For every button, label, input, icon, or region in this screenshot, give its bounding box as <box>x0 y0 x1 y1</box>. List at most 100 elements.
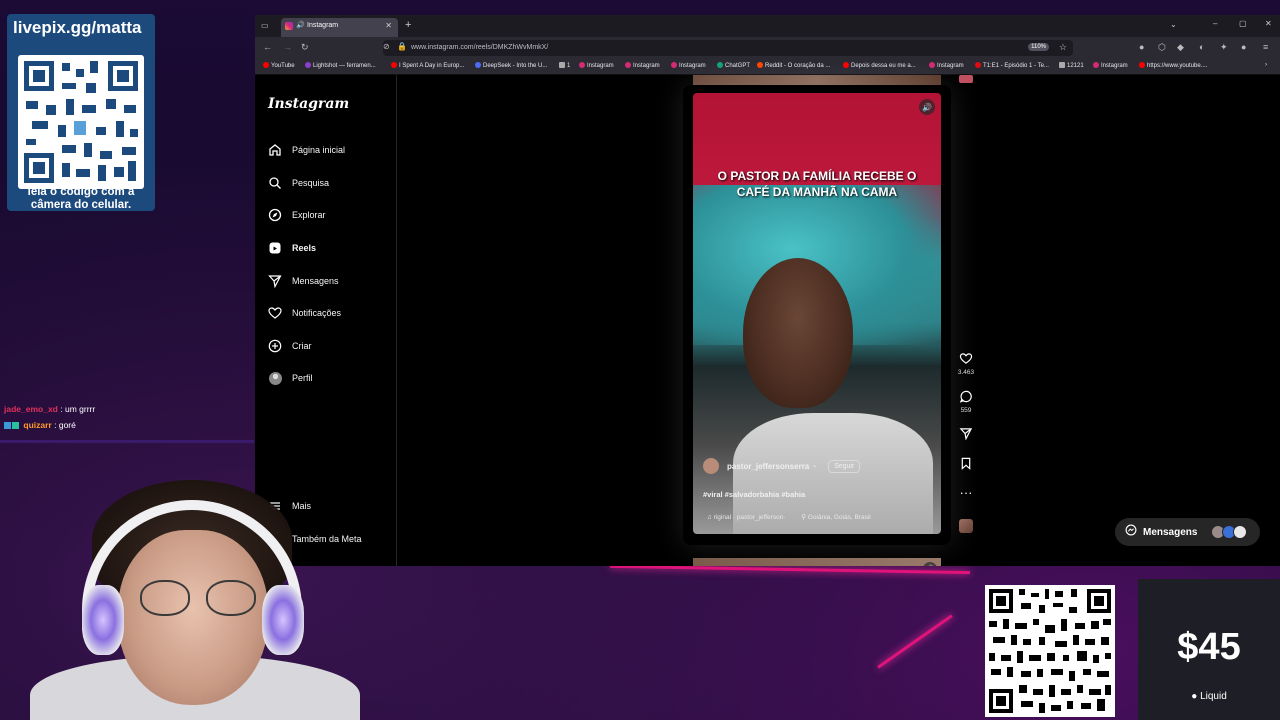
lightshot-icon <box>305 62 311 68</box>
like-action[interactable]: 3.463 <box>955 352 977 376</box>
bookmark-item[interactable]: Instagram <box>671 62 706 69</box>
previous-reel-preview[interactable] <box>693 75 941 85</box>
share-action[interactable] <box>955 427 977 443</box>
speaker-icon[interactable]: 🔊 <box>296 21 305 29</box>
reel-caption-line: CAFÉ DA MANHÃ NA CAMA <box>736 185 898 199</box>
folder-icon <box>559 62 565 68</box>
bookmark-item[interactable]: Instagram <box>579 62 614 69</box>
bookmarks-overflow-icon[interactable]: › <box>1265 62 1267 68</box>
chat-message: jade_emo_xd : um grrrr <box>4 404 95 414</box>
reel-audio[interactable]: ♫ riginal · pastor_jefferson· <box>707 514 785 521</box>
send-icon <box>955 427 977 443</box>
new-tab-icon[interactable]: + <box>405 19 411 31</box>
qr-caption-line: leia o código com a <box>27 186 135 198</box>
search-icon <box>268 176 282 190</box>
author-avatar[interactable] <box>703 458 719 474</box>
nav-label: Explorar <box>292 210 326 220</box>
instagram-logo[interactable]: Instagram <box>268 96 349 112</box>
nav-item-profile[interactable]: Perfil <box>268 368 313 388</box>
reels-icon <box>268 241 282 255</box>
chevron-down-icon[interactable]: ⌄ <box>1170 20 1177 29</box>
bookmark-item[interactable]: Lightshot — ferramen... <box>305 62 376 69</box>
extension-icon[interactable]: ◐ <box>1199 42 1204 52</box>
messages-pill[interactable]: Mensagens <box>1115 518 1260 546</box>
account-icon[interactable]: ● <box>1241 42 1246 52</box>
reel-location[interactable]: Goiânia, Goiás, Brasil <box>808 514 871 521</box>
bookmark-item[interactable]: Depois dessa eu me a... <box>843 62 916 69</box>
nav-label: Pesquisa <box>292 178 330 188</box>
nav-item-messages[interactable]: Mensagens <box>268 271 339 291</box>
bookmark-item[interactable]: https://www.youtube.... <box>1139 62 1207 69</box>
bookmark-item[interactable]: ChatGPT <box>717 62 750 69</box>
nav-item-search[interactable]: Pesquisa <box>268 173 329 193</box>
bookmark-label: Instagram <box>679 63 706 69</box>
menu-icon[interactable]: ≡ <box>1263 42 1268 52</box>
bookmark-item[interactable]: Instagram <box>929 62 964 69</box>
extension-icon[interactable]: ⬡ <box>1158 42 1166 53</box>
bookmark-label: ChatGPT <box>725 63 751 69</box>
bookmark-label: Instagram <box>937 63 964 69</box>
bookmark-item[interactable]: Instagram <box>625 62 660 69</box>
close-tab-icon[interactable]: ✕ <box>385 21 392 30</box>
save-action[interactable] <box>955 457 977 473</box>
tab-instagram[interactable]: 🔊 Instagram ✕ <box>281 18 398 37</box>
nav-item-explore[interactable]: Explorar <box>268 205 326 225</box>
bookmark-star-icon[interactable]: ☆ <box>1059 42 1067 53</box>
goal-amount-sub: ● Liquid <box>1138 691 1280 702</box>
browser-window: ▭ 🔊 Instagram ✕ + ⌄ – ▢ ✕ ← → ↻ ⊘ 🔒 www.… <box>255 15 1280 566</box>
bookmark-item[interactable]: DeepSeek - Into the U... <box>475 62 547 69</box>
zoom-level-badge[interactable]: 110% <box>1028 43 1049 51</box>
follow-button[interactable]: Seguir <box>828 459 861 473</box>
bookmark-item[interactable]: 1 <box>559 62 570 69</box>
youtube-icon <box>843 62 849 68</box>
extension-icon[interactable]: ✦ <box>1220 42 1228 53</box>
bookmark-item[interactable]: Reddit - O coração da ... <box>757 62 830 69</box>
extension-icon[interactable]: ◆ <box>1177 42 1184 53</box>
maximize-icon[interactable]: ▢ <box>1239 19 1247 28</box>
extension-icon[interactable]: ● <box>1139 42 1144 52</box>
comment-action[interactable]: 559 <box>955 390 977 414</box>
bookmark-label: Instagram <box>633 63 660 69</box>
bookmark-item[interactable]: YouTube <box>263 62 295 69</box>
messages-label: Mensagens <box>1143 526 1198 538</box>
tab-bar: ▭ 🔊 Instagram ✕ + ⌄ – ▢ ✕ <box>255 15 1280 37</box>
author-username[interactable]: pastor_jeffersonserra <box>727 462 809 471</box>
reload-icon[interactable]: ↻ <box>301 42 309 53</box>
reel-author-row: pastor_jeffersonserra • Seguir <box>703 458 861 474</box>
address-bar[interactable]: ⊘ 🔒 www.instagram.com/reels/DMKZhWvMmkX/… <box>383 40 1073 56</box>
goal-amount-label: Liquid <box>1200 691 1227 702</box>
webcam-earcup <box>82 585 124 655</box>
avatar-icon <box>268 371 282 385</box>
bookmark-item[interactable]: 12121 <box>1059 62 1084 69</box>
next-reel-preview[interactable] <box>693 558 941 566</box>
tracking-protection-icon[interactable]: ⊘ <box>383 42 390 51</box>
chat-badge-icon <box>12 422 19 429</box>
separator-dot: • <box>813 461 817 471</box>
minimize-icon[interactable]: – <box>1213 19 1217 28</box>
tab-list-icon[interactable]: ▭ <box>261 21 269 30</box>
instagram-icon <box>671 62 677 68</box>
comment-count: 559 <box>960 407 972 414</box>
lock-icon[interactable]: 🔒 <box>397 42 407 51</box>
bookmark-item[interactable]: Instagram <box>1093 62 1128 69</box>
reel-hashtags[interactable]: #viral #salvadorbahia #bahia <box>703 490 805 499</box>
chat-username: quizarr <box>23 420 52 430</box>
more-options-action[interactable]: ··· <box>955 486 977 500</box>
nav-item-reels[interactable]: Reels <box>268 238 316 258</box>
nav-item-home[interactable]: Página inicial <box>268 140 345 160</box>
back-icon[interactable]: ← <box>263 42 272 52</box>
bookmark-label: YouTube <box>271 63 295 69</box>
bookmark-label: T1:E1 - Episódio 1 - Te... <box>983 63 1049 69</box>
bookmark-item[interactable]: I Spent A Day in Europ... <box>391 62 464 69</box>
audio-thumbnail[interactable] <box>959 75 973 83</box>
reel-video[interactable]: O PASTOR DA FAMÍLIA RECEBE O CAFÉ DA MAN… <box>693 93 941 534</box>
instagram-icon <box>579 62 585 68</box>
nav-item-create[interactable]: Criar <box>268 336 312 356</box>
bookmark-item[interactable]: T1:E1 - Episódio 1 - Te... <box>975 62 1049 69</box>
nav-item-notifications[interactable]: Notificações <box>268 303 341 323</box>
close-window-icon[interactable]: ✕ <box>1265 19 1272 28</box>
mute-button[interactable]: 🔊 <box>919 99 935 115</box>
forward-icon[interactable]: → <box>283 42 292 52</box>
audio-thumbnail[interactable] <box>959 519 973 533</box>
bookmark-label: Instagram <box>1101 63 1128 69</box>
